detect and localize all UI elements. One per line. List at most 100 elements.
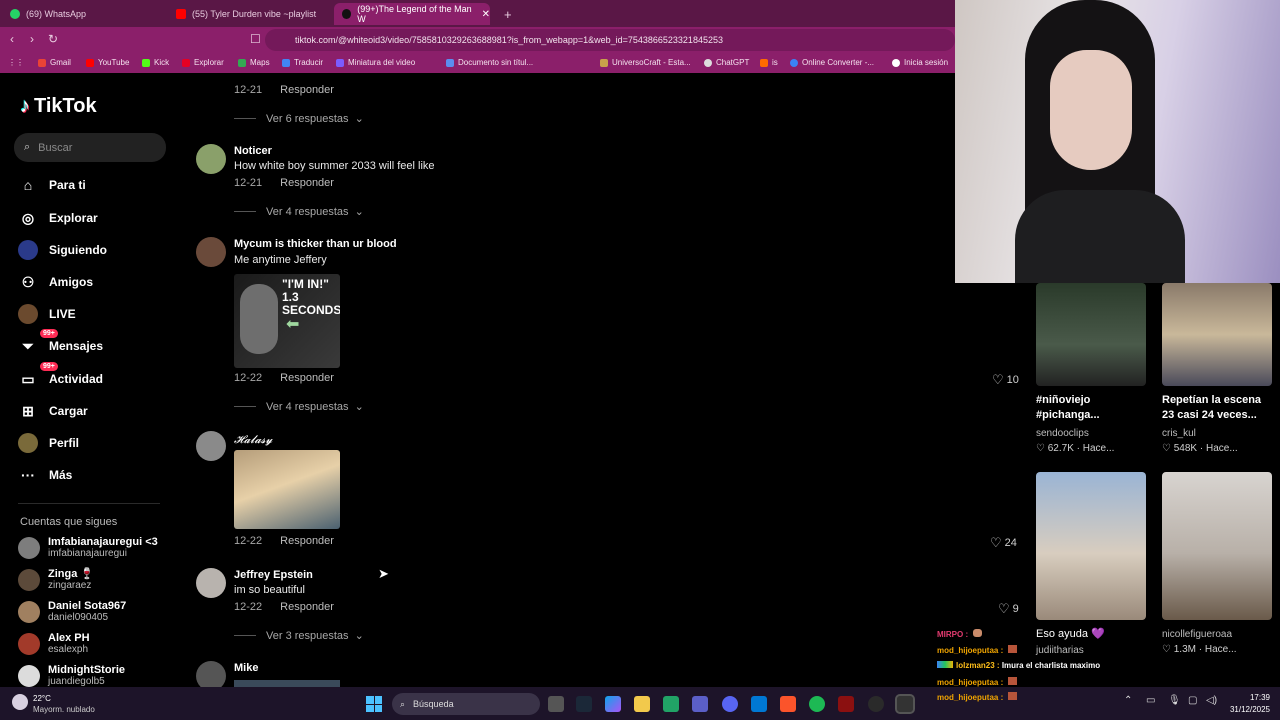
video-thumbnail[interactable] [1036, 283, 1146, 386]
comment-author[interactable]: Jeffrey Epstein [234, 569, 313, 581]
view-replies-button[interactable]: Ver 4 respuestas ⌄ [234, 400, 364, 414]
nav-para-ti[interactable]: ⌂ Para ti [18, 174, 86, 196]
copilot-icon[interactable] [605, 696, 621, 712]
outlook-icon[interactable] [751, 696, 767, 712]
close-tab-icon[interactable]: ✕ [482, 9, 490, 20]
reply-button[interactable]: Responder [280, 84, 334, 96]
comment-author[interactable]: Mike [234, 662, 258, 674]
following-item[interactable]: Daniel Sota967 daniel090405 [18, 600, 126, 624]
mic-icon[interactable]: 🎙 [1168, 695, 1181, 706]
comment-author[interactable]: 𝓗𝓪𝓵𝓪𝓼𝔂 [234, 433, 272, 447]
clock-date[interactable]: 31/12/2025 [1222, 705, 1270, 714]
nav-mas[interactable]: ··· Más [18, 464, 72, 486]
video-thumbnail[interactable] [1036, 472, 1146, 620]
reply-button[interactable]: Responder [280, 372, 334, 384]
windows-start-icon[interactable] [366, 696, 382, 712]
search-input[interactable]: ⌕ Buscar [14, 133, 166, 162]
bookmark-inicia-sesion[interactable]: Inicia sesión [892, 58, 948, 67]
task-view-icon[interactable] [548, 696, 564, 712]
following-item[interactable]: Zinga 🍷 zingaraez [18, 568, 94, 592]
avatar[interactable] [196, 431, 226, 461]
spotify-icon[interactable] [809, 696, 825, 712]
nav-amigos[interactable]: ⚇ Amigos [18, 271, 93, 293]
nav-live[interactable]: LIVE [18, 303, 76, 325]
following-item[interactable]: Imfabianajauregui <3 imfabianajauregui [18, 536, 158, 560]
app-icon[interactable] [838, 696, 854, 712]
excel-icon[interactable] [663, 696, 679, 712]
video-author[interactable]: cris_kul [1162, 428, 1196, 439]
bookmark-universocraft[interactable]: UniversoCraft - Esta... [600, 58, 691, 67]
bookmark-documento[interactable]: Documento sin títul... [446, 58, 533, 67]
chevron-up-icon[interactable]: ⌃ [1124, 695, 1132, 706]
volume-icon[interactable]: ◁) [1206, 695, 1217, 706]
teams-icon[interactable] [692, 696, 708, 712]
bookmark-online-converter[interactable]: Online Converter -... [790, 58, 874, 67]
bookmark-gmail[interactable]: Gmail [38, 58, 71, 67]
bookmark-youtube[interactable]: YouTube [86, 58, 129, 67]
comment-author[interactable]: Mycum is thicker than ur blood [234, 238, 397, 250]
new-tab-button[interactable]: + [496, 3, 512, 25]
tab-tiktok[interactable]: (99+)The Legend of the Man W ✕ [334, 3, 490, 25]
obs-icon[interactable] [868, 696, 884, 712]
view-replies-button[interactable]: Ver 6 respuestas ⌄ [234, 112, 364, 126]
nav-mensajes[interactable]: ⏷ 99+ Mensajes [18, 329, 103, 357]
url-field[interactable]: tiktok.com/@whiteoid3/video/758581032926… [265, 29, 955, 51]
video-title[interactable]: Eso ayuda 💜 [1036, 627, 1148, 642]
comment-image[interactable]: "I'M IN!" 1.3 SECONDS ⬅ [234, 274, 340, 368]
clock-time[interactable]: 17:39 [1246, 693, 1270, 702]
back-icon[interactable]: ‹ [10, 32, 14, 46]
bookmark-explorar[interactable]: Explorar [182, 58, 224, 67]
video-title[interactable]: Repetían la escena 23 casi 24 veces... [1162, 393, 1274, 423]
nav-cargar[interactable]: ⊞ Cargar [18, 400, 88, 422]
like-button[interactable]: ♡ 24 [990, 535, 1017, 551]
app-icon[interactable] [895, 694, 915, 714]
tiktok-note-icon: ♪ [20, 95, 30, 117]
bookmark-is[interactable]: is [760, 58, 778, 67]
nav-perfil[interactable]: Perfil [18, 432, 79, 454]
bookmark-miniatura[interactable]: Miniatura del video [336, 58, 415, 67]
avatar[interactable] [196, 144, 226, 174]
reply-button[interactable]: Responder [280, 535, 334, 547]
folder-icon[interactable] [634, 696, 650, 712]
following-item[interactable]: MidnightStorie juandiegolb5 [18, 664, 125, 688]
bookmark-chatgpt[interactable]: ChatGPT [704, 58, 749, 67]
view-replies-button[interactable]: Ver 4 respuestas ⌄ [234, 205, 364, 219]
avatar[interactable] [196, 568, 226, 598]
avatar[interactable] [196, 237, 226, 267]
reply-button[interactable]: Responder [280, 601, 334, 613]
comment-author[interactable]: Noticer [234, 145, 272, 157]
discord-icon[interactable] [722, 696, 738, 712]
video-author[interactable]: judiitharias [1036, 645, 1084, 656]
bookmark-traducir[interactable]: Traducir [282, 58, 323, 67]
nav-actividad[interactable]: ▭ 99+ Actividad [18, 362, 103, 390]
nav-siguiendo[interactable]: Siguiendo [18, 239, 107, 261]
like-button[interactable]: ♡ 9 [998, 601, 1019, 617]
like-button[interactable]: ♡ 10 [992, 372, 1019, 388]
network-icon[interactable]: ▢ [1188, 695, 1197, 706]
following-item[interactable]: Alex PH esalexph [18, 632, 90, 656]
tab-whatsapp[interactable]: (69) WhatsApp [2, 3, 162, 25]
tab-youtube[interactable]: (55) Tyler Durden vibe ~playlist [168, 3, 328, 25]
weather-icon[interactable] [12, 694, 28, 710]
bookmark-kick[interactable]: Kick [142, 58, 169, 67]
reply-button[interactable]: Responder [280, 177, 334, 189]
view-replies-button[interactable]: Ver 3 respuestas ⌄ [234, 629, 364, 643]
reload-icon[interactable]: ↻ [48, 32, 58, 46]
brave-icon[interactable] [780, 696, 796, 712]
video-thumbnail[interactable] [1162, 472, 1272, 620]
nav-explorar[interactable]: ◎ Explorar [18, 207, 98, 229]
tray-icon[interactable]: ▭ [1146, 695, 1155, 706]
bookmark-maps[interactable]: Maps [238, 58, 270, 67]
video-thumbnail[interactable] [1162, 283, 1272, 386]
comment-image[interactable] [234, 680, 340, 687]
tiktok-logo[interactable]: ♪ TikTok [20, 95, 97, 118]
apps-icon[interactable]: ⋮⋮ [8, 58, 24, 67]
video-title[interactable]: #niñoviejo #pichanga... [1036, 393, 1148, 423]
steam-icon[interactable] [576, 696, 592, 712]
bookmark-icon[interactable]: ☐ [250, 32, 261, 46]
taskbar-search[interactable]: ⌕ Búsqueda [392, 693, 540, 715]
video-author[interactable]: sendooclips [1036, 428, 1089, 439]
forward-icon[interactable]: › [30, 32, 34, 46]
comment-image[interactable] [234, 450, 340, 529]
video-author[interactable]: nicollefigueroaa [1162, 629, 1232, 640]
